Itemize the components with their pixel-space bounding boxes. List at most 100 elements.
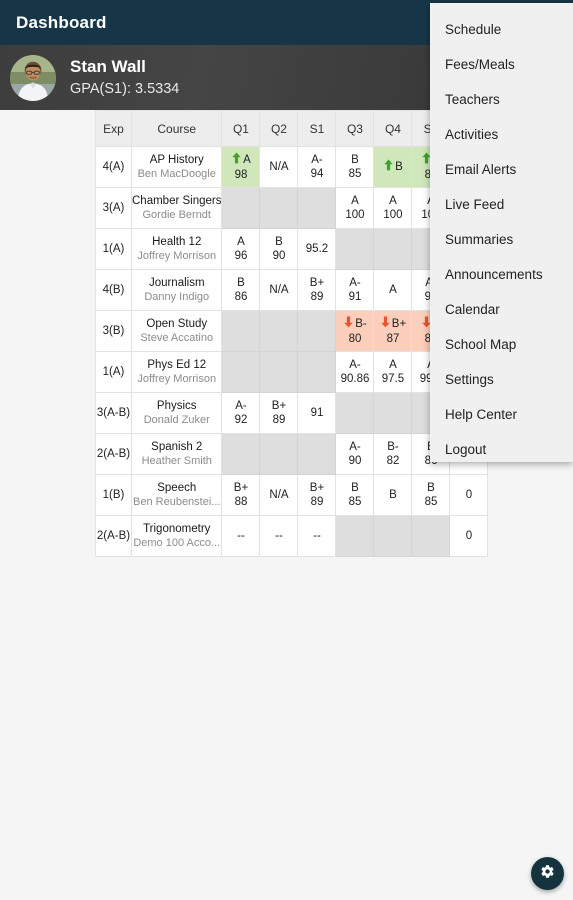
cell-grade[interactable]: A- 91 bbox=[335, 269, 375, 311]
menu-item-activities[interactable]: Activities bbox=[430, 117, 573, 152]
cell-grade[interactable]: A- 94 bbox=[297, 146, 337, 188]
cell-grade[interactable]: -- bbox=[259, 515, 299, 557]
grade-letter: A bbox=[389, 284, 397, 296]
cell-grade[interactable]: B- 80 bbox=[335, 310, 375, 352]
menu-item-email-alerts[interactable]: Email Alerts bbox=[430, 152, 573, 187]
cell-grade[interactable]: B+ 89 bbox=[297, 474, 337, 516]
menu-item-calendar[interactable]: Calendar bbox=[430, 292, 573, 327]
cell-grade[interactable]: 91 bbox=[297, 392, 337, 434]
menu-item-summaries[interactable]: Summaries bbox=[430, 222, 573, 257]
menu-item-teachers[interactable]: Teachers bbox=[430, 82, 573, 117]
cell-course[interactable]: AP History Ben MacDoogle bbox=[130, 146, 223, 188]
table-header-s1[interactable]: S1 bbox=[297, 110, 337, 147]
table-header-exp[interactable]: Exp bbox=[95, 110, 132, 147]
cell-course[interactable]: Chamber Singers Gordie Berndt bbox=[130, 187, 223, 229]
grade-cell-content: B bbox=[374, 488, 411, 502]
cell-grade[interactable]: 95.2 bbox=[297, 228, 337, 270]
course-teacher: Demo 100 Acco... bbox=[133, 537, 221, 549]
cell-grade[interactable]: B 85 bbox=[335, 474, 375, 516]
menu-item-logout[interactable]: Logout bbox=[430, 432, 573, 467]
cell-grade[interactable]: A 100 bbox=[335, 187, 375, 229]
table-header-q1[interactable]: Q1 bbox=[221, 110, 261, 147]
cell-course[interactable]: Phys Ed 12 Joffrey Morrison bbox=[130, 351, 223, 393]
grade-letter-row: A- bbox=[349, 440, 361, 454]
grade-score: 100 bbox=[345, 209, 365, 221]
cell-grade[interactable]: B- 82 bbox=[373, 433, 413, 475]
grade-score: 90.86 bbox=[340, 373, 370, 385]
cell-course[interactable]: Open Study Steve Accatino bbox=[130, 310, 223, 352]
table-row[interactable]: 2(A-B) Trigonometry Demo 100 Acco... -- -- --… bbox=[95, 515, 489, 557]
cell-grade[interactable]: A 96 bbox=[221, 228, 261, 270]
cell-grade[interactable]: B 85 bbox=[335, 146, 375, 188]
table-header-q2[interactable]: Q2 bbox=[259, 110, 299, 147]
menu-item-school-map[interactable]: School Map bbox=[430, 327, 573, 362]
cell-grade[interactable]: N/A bbox=[259, 146, 299, 188]
cell-grade[interactable]: A 97.5 bbox=[373, 351, 413, 393]
course-name: Physics bbox=[156, 400, 197, 412]
grade-score: 0 bbox=[465, 489, 473, 501]
overflow-menu[interactable]: Schedule Fees/Meals Teachers Activities Emai… bbox=[430, 3, 573, 462]
cell-grade[interactable]: B+ 87 bbox=[373, 310, 413, 352]
menu-item-announcements[interactable]: Announcements bbox=[430, 257, 573, 292]
menu-item-live-feed[interactable]: Live Feed bbox=[430, 187, 573, 222]
menu-item-help-center[interactable]: Help Center bbox=[430, 397, 573, 432]
cell-grade[interactable]: N/A bbox=[259, 474, 299, 516]
grade-letter-row: A- bbox=[349, 276, 361, 290]
cell-grade[interactable]: B 90 bbox=[259, 228, 299, 270]
menu-item-fees-meals[interactable]: Fees/Meals bbox=[430, 47, 573, 82]
menu-item-schedule[interactable]: Schedule bbox=[430, 12, 573, 47]
grade-letter: B bbox=[395, 161, 403, 173]
cell-course[interactable]: Trigonometry Demo 100 Acco... bbox=[130, 515, 223, 557]
grade-cell-content: B bbox=[374, 159, 411, 175]
cell-grade[interactable]: N/A bbox=[259, 269, 299, 311]
course-teacher: Joffrey Morrison bbox=[137, 250, 217, 262]
cell-grade[interactable]: B 86 bbox=[221, 269, 261, 311]
grade-score: 90 bbox=[348, 455, 362, 467]
cell-grade[interactable]: B+ 88 bbox=[221, 474, 261, 516]
cell-course[interactable]: Speech Ben Reubenstei... bbox=[130, 474, 223, 516]
cell-grade[interactable]: A- 90 bbox=[335, 433, 375, 475]
grade-cell-content: B 90 bbox=[260, 235, 297, 263]
cell-grade[interactable]: A bbox=[373, 269, 413, 311]
arrow-down-icon bbox=[343, 316, 354, 332]
grade-cell-content: N/A bbox=[260, 488, 297, 502]
grade-cell-content: B+ 89 bbox=[260, 399, 297, 427]
grade-letter: -- bbox=[237, 530, 245, 542]
grade-letter: A- bbox=[349, 441, 361, 453]
cell-grade[interactable]: B 85 bbox=[411, 474, 451, 516]
cell-grade[interactable]: A- 92 bbox=[221, 392, 261, 434]
cell-grade bbox=[221, 433, 261, 475]
cell-exp: 3(A-B) bbox=[95, 392, 132, 434]
grade-letter-row: A bbox=[351, 194, 359, 208]
cell-grade[interactable]: B+ 89 bbox=[297, 269, 337, 311]
grade-letter-row: N/A bbox=[269, 488, 288, 502]
cell-grade bbox=[373, 515, 413, 557]
table-header-q3[interactable]: Q3 bbox=[335, 110, 375, 147]
cell-grade[interactable]: A- 90.86 bbox=[335, 351, 375, 393]
cell-grade[interactable]: -- bbox=[221, 515, 261, 557]
cell-course[interactable]: Spanish 2 Heather Smith bbox=[130, 433, 223, 475]
settings-fab[interactable] bbox=[531, 857, 564, 890]
arrow-up-icon bbox=[383, 159, 394, 175]
table-header-q4[interactable]: Q4 bbox=[373, 110, 413, 147]
grade-score: 85 bbox=[424, 496, 438, 508]
cell-grade[interactable]: A 100 bbox=[373, 187, 413, 229]
cell-course[interactable]: Health 12 Joffrey Morrison bbox=[130, 228, 223, 270]
cell-grade[interactable]: A 98 bbox=[221, 146, 261, 188]
cell-course[interactable]: Journalism Danny Indigo bbox=[130, 269, 223, 311]
cell-exp: 1(A) bbox=[95, 228, 132, 270]
cell-grade[interactable]: 0 bbox=[449, 474, 489, 516]
cell-grade[interactable]: B bbox=[373, 474, 413, 516]
cell-grade[interactable]: B bbox=[373, 146, 413, 188]
cell-grade[interactable]: B+ 89 bbox=[259, 392, 299, 434]
cell-grade[interactable]: -- bbox=[297, 515, 337, 557]
cell-exp: 1(B) bbox=[95, 474, 132, 516]
cell-grade[interactable]: 0 bbox=[449, 515, 489, 557]
grade-cell-content: 0 bbox=[450, 488, 487, 502]
grade-letter: B- bbox=[387, 441, 399, 453]
course-teacher: Donald Zuker bbox=[143, 414, 210, 426]
cell-course[interactable]: Physics Donald Zuker bbox=[130, 392, 223, 434]
menu-item-settings[interactable]: Settings bbox=[430, 362, 573, 397]
table-row[interactable]: 1(B) Speech Ben Reubenstei... B+ 88 N/A B+ 89 B 8… bbox=[95, 474, 489, 516]
table-header-course[interactable]: Course bbox=[130, 110, 223, 147]
